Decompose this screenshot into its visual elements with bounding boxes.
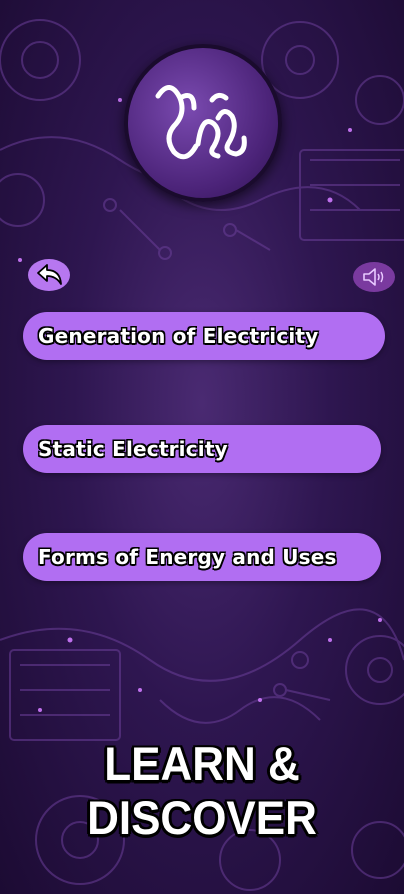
menu-item-label: Forms of Energy and Uses <box>38 545 337 569</box>
generation-of-electricity-button[interactable]: Generation of Electricity <box>23 312 385 360</box>
sound-button[interactable] <box>353 262 395 292</box>
app-logo <box>124 44 282 202</box>
logo-calligraphy <box>155 85 247 160</box>
speaker-icon <box>363 268 384 286</box>
forms-of-energy-button[interactable]: Forms of Energy and Uses <box>23 533 381 581</box>
menu-item-label: Static Electricity <box>38 437 228 461</box>
slogan-text: LEARN & DISCOVER <box>87 738 317 845</box>
back-arrow-icon <box>37 264 62 285</box>
menu-item-label: Generation of Electricity <box>38 324 319 348</box>
back-button[interactable] <box>28 259 70 291</box>
static-electricity-button[interactable]: Static Electricity <box>23 425 381 473</box>
